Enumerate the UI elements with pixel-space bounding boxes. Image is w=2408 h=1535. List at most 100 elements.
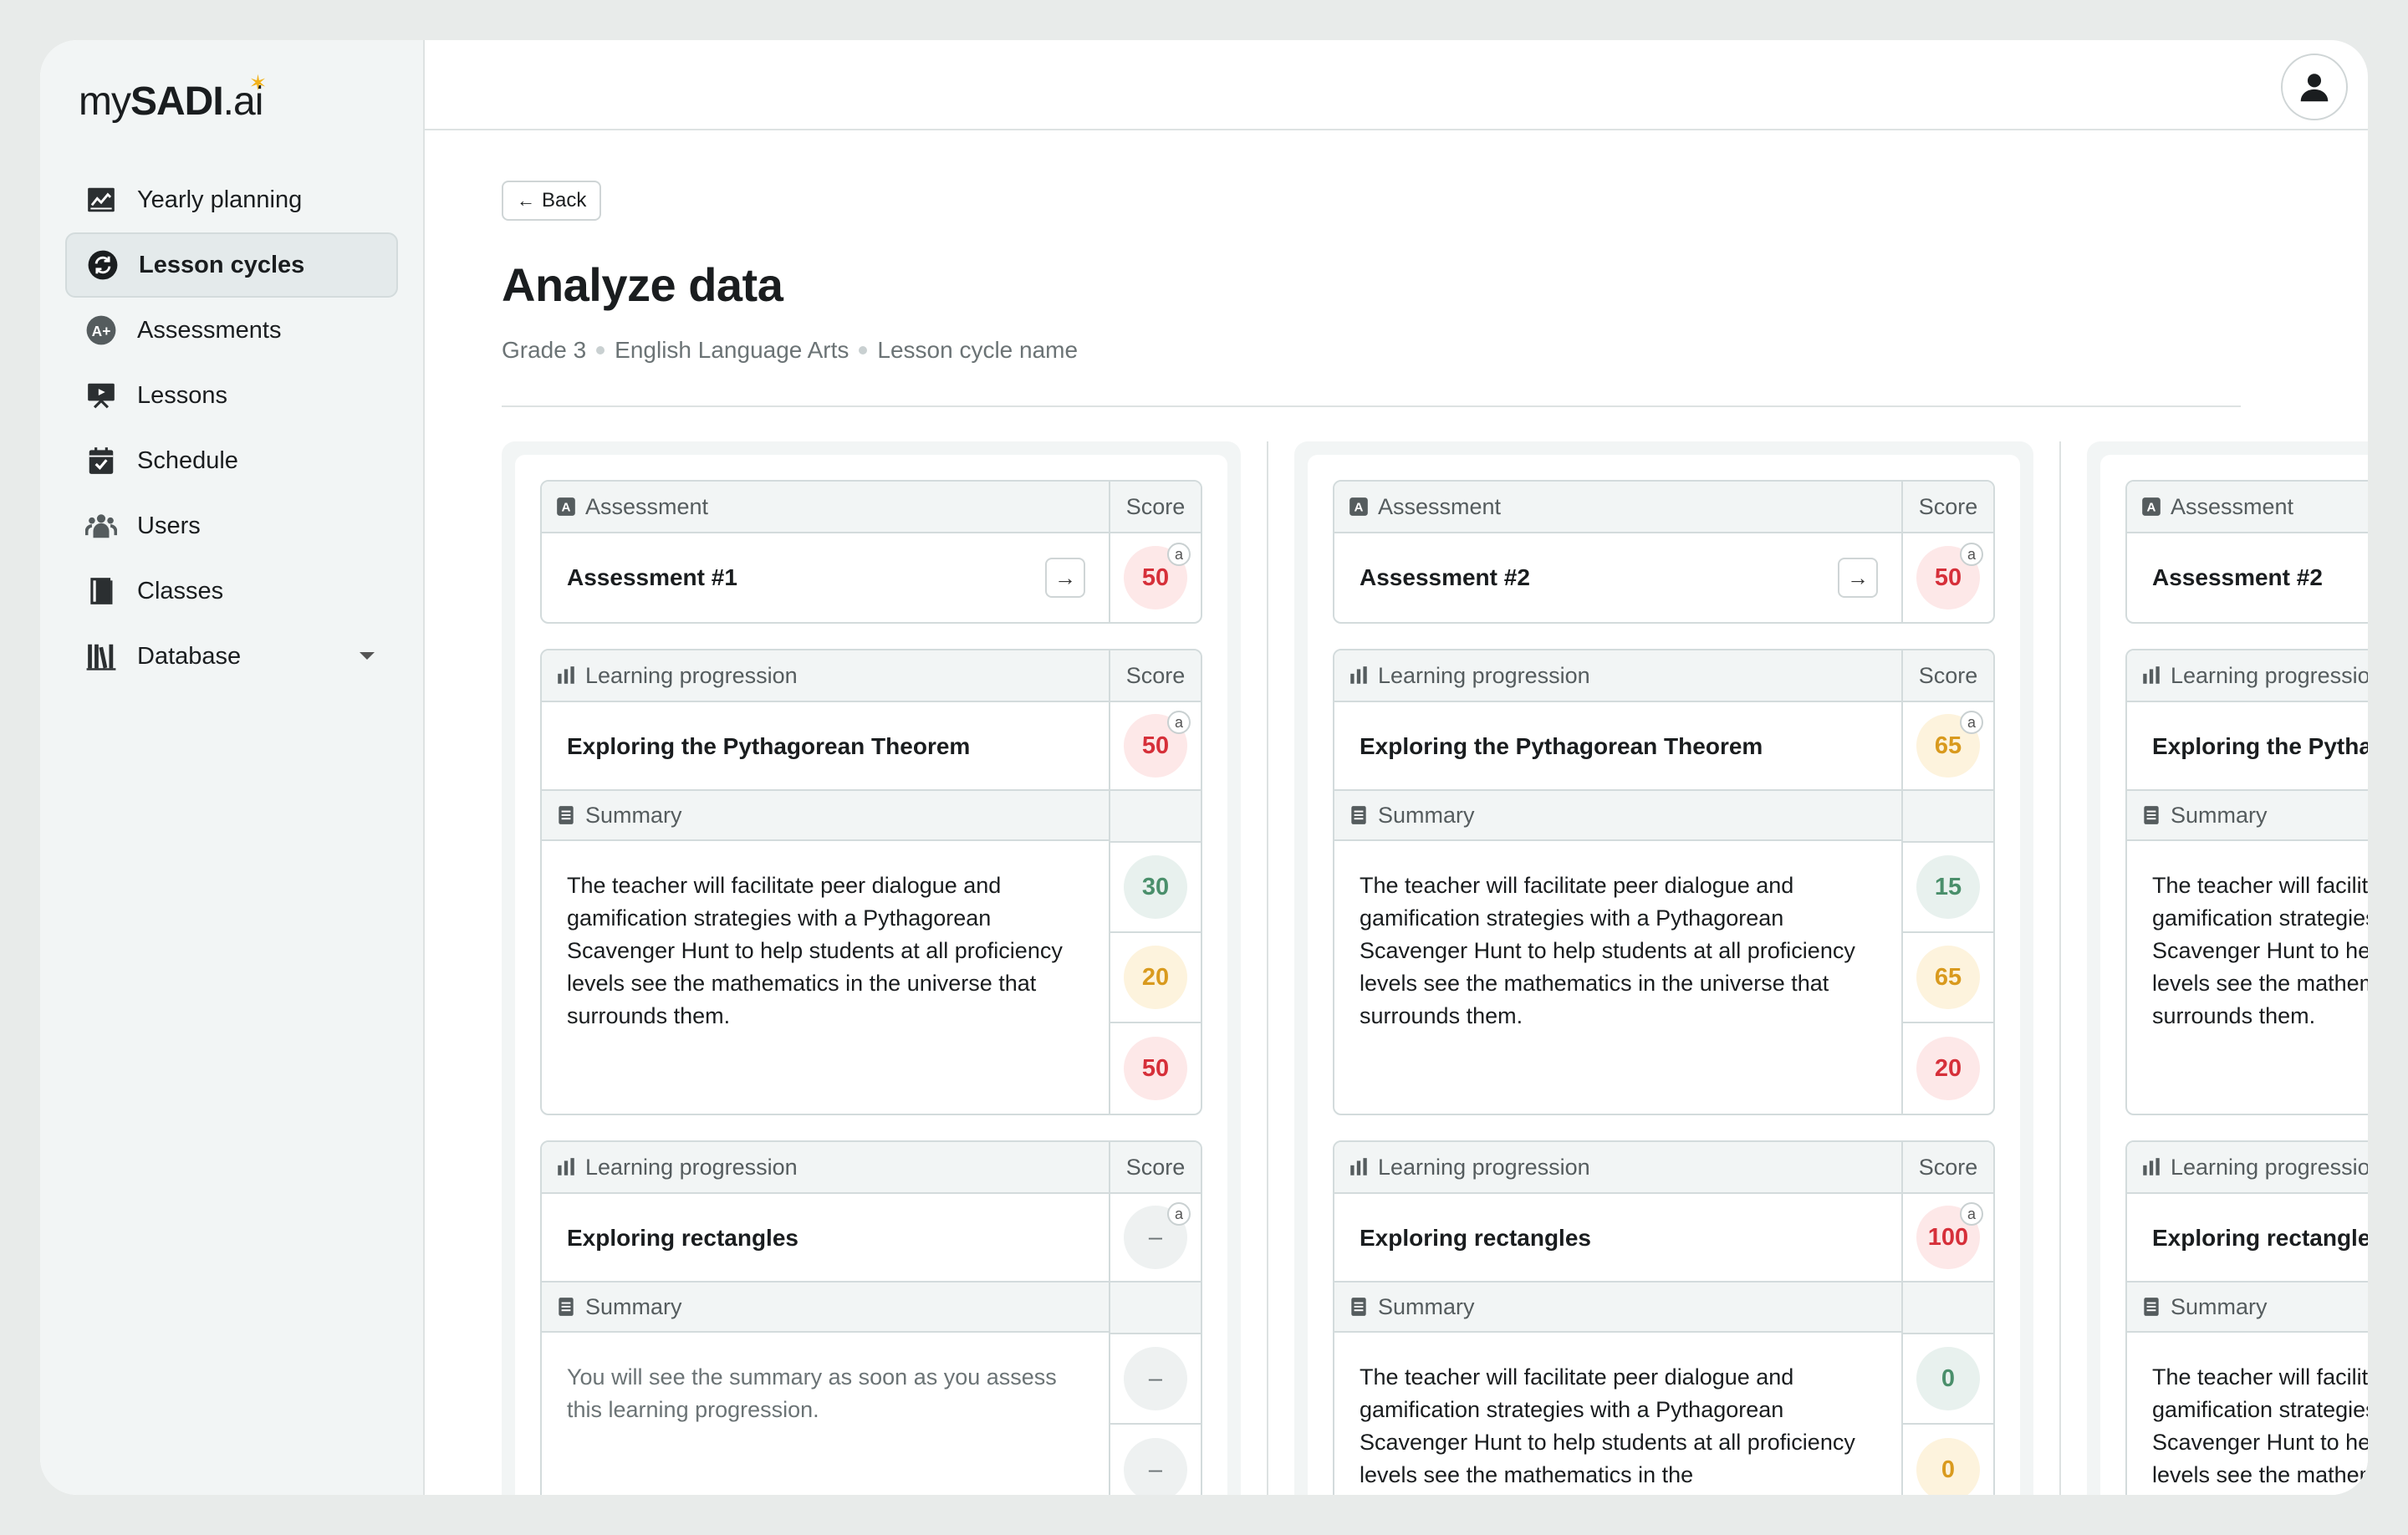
score-badge: 100 a	[1916, 1202, 1983, 1269]
learning-progression-name: Exploring rectangles	[2152, 1225, 2368, 1251]
sub-score-cell: –	[1110, 1425, 1201, 1495]
learning-progression-header: Learning progression	[1378, 1154, 1590, 1180]
superscript-badge: a	[1960, 1202, 1983, 1226]
learning-progression-header: Learning progression	[2171, 1154, 2368, 1180]
sidebar-item-users[interactable]: Users	[65, 493, 398, 558]
bar-chart-icon	[2140, 1156, 2162, 1178]
sidebar-item-yearly-planning[interactable]: Yearly planning	[65, 167, 398, 232]
open-assessment-button[interactable]: →	[1838, 558, 1878, 598]
score-badge: 50	[1124, 1037, 1187, 1100]
users-icon	[85, 510, 117, 542]
sub-score-cell: 0	[1903, 1425, 1993, 1495]
summary-header: Summary	[1378, 1293, 1475, 1319]
back-button[interactable]: ← Back	[502, 181, 602, 221]
learning-progression-name: Exploring rectangles	[567, 1225, 798, 1251]
svg-text:A: A	[2147, 500, 2156, 514]
learning-progression-card: Learning progression Exploring rectangles…	[540, 1140, 1202, 1495]
open-assessment-button[interactable]: →	[1045, 558, 1085, 598]
svg-text:A+: A+	[92, 323, 111, 339]
assessment-name: Assessment #2	[1360, 564, 1530, 590]
book-icon	[85, 575, 117, 607]
user-icon	[2300, 74, 2329, 102]
assessment-column: A Assessment Assessment #2 → Score 50 a Learnin…	[1294, 441, 2061, 1495]
score-badge: 50 a	[1916, 543, 1983, 609]
learning-progression-header: Learning progression	[1378, 662, 1590, 688]
assessment-icon: A	[1348, 496, 1370, 518]
sub-score-cell: 20	[1903, 1023, 1993, 1114]
bar-chart-icon	[555, 665, 577, 686]
assessment-card: A Assessment Assessment #2 → Score 50 a	[1333, 480, 1995, 624]
calendar-check-icon	[85, 445, 117, 477]
main-area: ← Back Analyze data Grade 3 English Lang…	[425, 40, 2368, 1495]
learning-progression-header: Learning progression	[585, 1154, 798, 1180]
score-badge: 0	[1916, 1438, 1980, 1495]
content: ← Back Analyze data Grade 3 English Lang…	[425, 130, 2368, 407]
sidebar-item-label: Assessments	[137, 316, 282, 344]
score-header: Score	[1125, 1154, 1186, 1180]
score-badge: 65	[1916, 946, 1980, 1009]
a-plus-icon: A+	[85, 314, 117, 346]
assessment-column: A Assessment Assessment #1 → Score 50 a Learnin…	[502, 441, 1268, 1495]
breadcrumb-lesson-cycle: Lesson cycle name	[877, 337, 1079, 363]
sidebar-item-classes[interactable]: Classes	[65, 558, 398, 624]
score-badge: –	[1124, 1438, 1187, 1495]
score-value: 50	[1934, 564, 1962, 591]
sidebar-item-assessments[interactable]: A+ Assessments	[65, 298, 398, 363]
score-value: 65	[1934, 732, 1962, 759]
sidebar-item-database[interactable]: Database	[65, 624, 398, 689]
score-value: 30	[1141, 873, 1170, 900]
avatar[interactable]	[2281, 54, 2348, 120]
arrow-left-icon: ←	[517, 190, 535, 211]
chevron-down-icon[interactable]	[360, 652, 375, 660]
summary-score-header	[1903, 1283, 1993, 1334]
assessment-column-inner: A Assessment Assessment #1 → Score 50 a Learnin…	[515, 455, 1227, 1495]
document-icon	[2140, 804, 2162, 826]
summary-text: The teacher will facilitate peer dialogu…	[567, 873, 1063, 1028]
logo-text-sadi: SADI	[130, 79, 224, 124]
assessment-column-inner: AAssessmentAssessment #2→Score Learning p…	[2100, 455, 2368, 1495]
sidebar-item-lessons[interactable]: Lessons	[65, 363, 398, 428]
breadcrumb-separator	[596, 346, 605, 354]
document-icon	[555, 804, 577, 826]
sidebar-item-label: Users	[137, 512, 201, 539]
score-badge: 20	[1124, 946, 1187, 1009]
sidebar-item-lesson-cycles[interactable]: Lesson cycles	[65, 232, 398, 298]
learning-progression-name: Exploring the Pythagorean Theorem	[1360, 733, 1763, 759]
learning-progression-card: Learning progression Exploring rectangles…	[1333, 1140, 1995, 1495]
score-value: –	[1148, 1456, 1163, 1483]
superscript-badge: a	[1167, 711, 1191, 734]
back-button-label: Back	[542, 189, 587, 212]
score-value: 100	[1927, 1223, 1969, 1251]
logo[interactable]: mySADI.ai ✶	[79, 72, 267, 129]
score-value: 50	[1141, 1054, 1170, 1082]
logo-text-my: my	[79, 79, 131, 124]
assessment-column-inner: A Assessment Assessment #2 → Score 50 a Learnin…	[1308, 455, 2020, 1495]
app-window: mySADI.ai ✶ Yearly planning Lesson cycles…	[40, 40, 2368, 1495]
assessment-card: AAssessmentAssessment #2→Score	[2125, 480, 2368, 624]
assessment-card: A Assessment Assessment #1 → Score 50 a	[540, 480, 1202, 624]
assessment-header: Assessment	[1378, 493, 1502, 519]
score-value: 50	[1141, 564, 1170, 591]
summary-score-header	[1110, 791, 1201, 843]
score-badge: 15	[1916, 855, 1980, 919]
sidebar-item-label: Yearly planning	[137, 186, 303, 213]
score-badge: 30	[1124, 855, 1187, 919]
score-value: 20	[1934, 1054, 1962, 1082]
breadcrumb-grade: Grade 3	[502, 337, 587, 363]
sidebar-item-schedule[interactable]: Schedule	[65, 428, 398, 493]
summary-scores: 15 65 20	[1903, 843, 1993, 1114]
summary-scores: – –	[1110, 1334, 1201, 1495]
summary-score-header	[1110, 1283, 1201, 1334]
score-value: 20	[1141, 963, 1170, 991]
score-badge: 50 a	[1124, 543, 1191, 609]
bar-chart-icon	[555, 1156, 577, 1178]
presentation-icon	[85, 380, 117, 411]
score-value: –	[1148, 1364, 1163, 1392]
arrow-right-icon: →	[1054, 564, 1076, 590]
document-icon	[2140, 1296, 2162, 1318]
learning-progression-name: Exploring rectangles	[1360, 1225, 1591, 1251]
summary-header: Summary	[2171, 802, 2268, 828]
superscript-badge: a	[1167, 1202, 1191, 1226]
sub-score-cell: 0	[1903, 1334, 1993, 1425]
assessment-name: Assessment #2	[2152, 564, 2323, 590]
